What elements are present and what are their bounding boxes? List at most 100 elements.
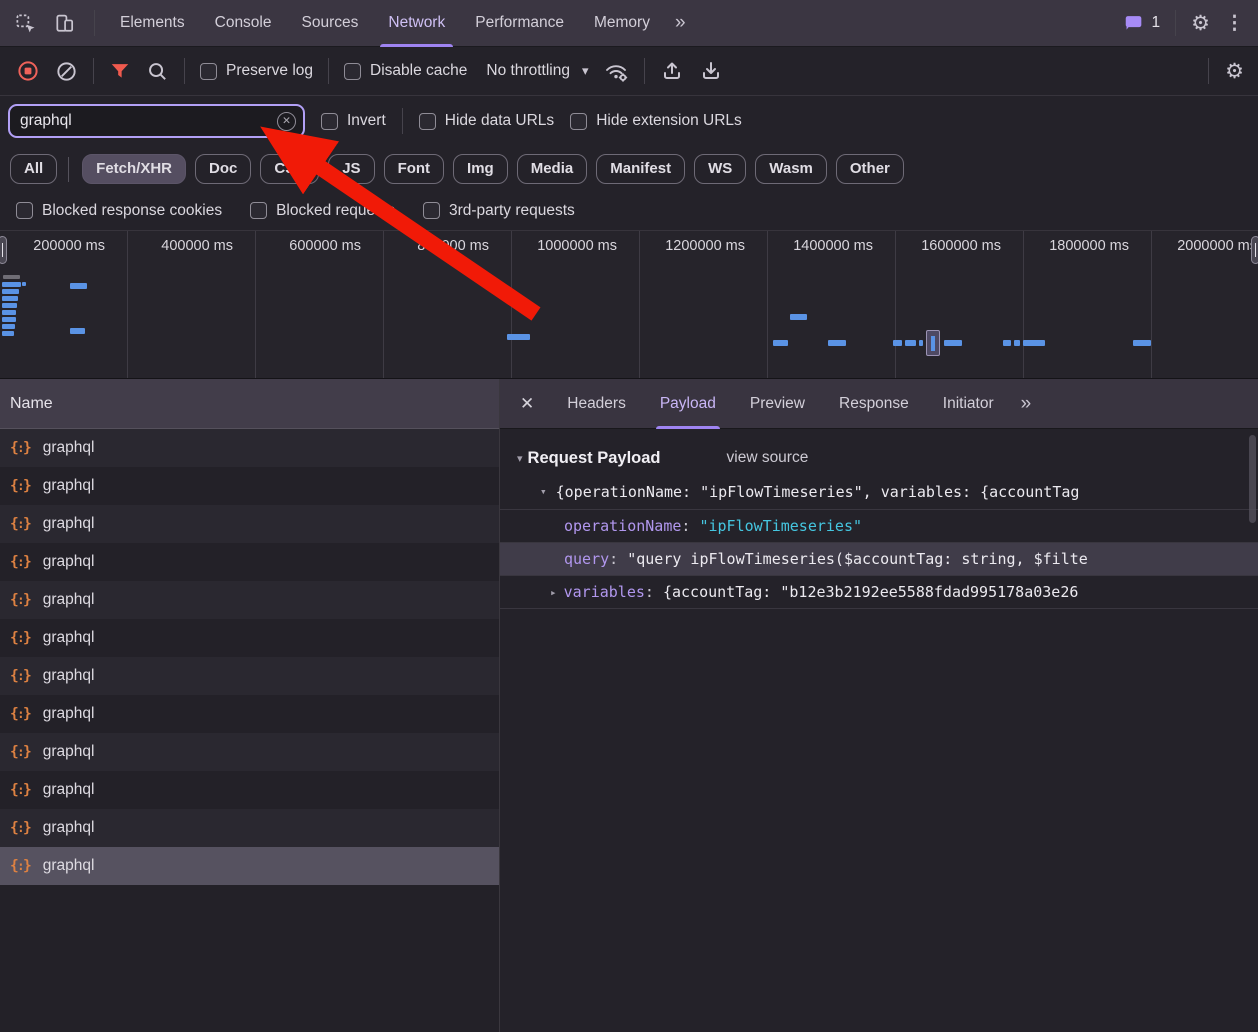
- waterfall-bar: [828, 340, 846, 346]
- filter-input[interactable]: [10, 112, 303, 130]
- divider: [1175, 10, 1176, 36]
- type-filter-chip[interactable]: All: [10, 154, 57, 184]
- type-filter-chip[interactable]: CSS: [260, 154, 319, 184]
- search-icon[interactable]: [146, 60, 169, 83]
- detail-tab[interactable]: Headers: [550, 379, 643, 429]
- panel-tab[interactable]: Performance: [460, 0, 579, 47]
- device-toolbar-icon[interactable]: [53, 12, 76, 35]
- detail-tabs: Headers Payload Preview Response: [550, 379, 1010, 429]
- type-filter-chip[interactable]: Media: [517, 154, 588, 184]
- hide-extension-urls-checkbox[interactable]: [570, 113, 587, 130]
- type-filter-chip[interactable]: JS: [328, 154, 374, 184]
- clear-filter-icon[interactable]: ✕: [277, 112, 296, 131]
- detail-tab[interactable]: Initiator: [926, 379, 1011, 429]
- payload-key: operationName: [564, 517, 681, 535]
- request-row[interactable]: {:} graphql: [0, 657, 499, 695]
- more-panels-icon[interactable]: »: [665, 12, 694, 34]
- request-row[interactable]: {:} graphql: [0, 467, 499, 505]
- filter-bar: ✕ Invert Hide data URLs Hide extension U…: [0, 96, 1258, 146]
- panel-tab[interactable]: Network: [373, 0, 460, 47]
- export-har-icon[interactable]: [699, 59, 723, 83]
- request-row[interactable]: {:} graphql: [0, 543, 499, 581]
- timeline-tick-label: 1000000 ms: [512, 231, 640, 378]
- request-row[interactable]: {:} graphql: [0, 847, 499, 885]
- waterfall-bar: [2, 310, 16, 315]
- inspect-element-icon[interactable]: [14, 12, 37, 35]
- request-row[interactable]: {:} graphql: [0, 581, 499, 619]
- close-details-icon[interactable]: ✕: [516, 394, 550, 414]
- waterfall-bar: [507, 334, 530, 340]
- type-filter-chip[interactable]: Doc: [195, 154, 251, 184]
- type-filter-chip[interactable]: Font: [384, 154, 444, 184]
- waterfall-bar: [2, 289, 19, 294]
- overview-right-handle[interactable]: [1251, 236, 1258, 264]
- timeline-tick-label: 2000000 ms: [1152, 231, 1258, 378]
- request-name: graphql: [43, 553, 95, 571]
- collapse-triangle-icon[interactable]: ▾: [540, 485, 547, 498]
- panel-tab[interactable]: Elements: [105, 0, 200, 47]
- devtools-tab-bar: Elements Console Sources Network Perform…: [0, 0, 1258, 47]
- settings-gear-icon[interactable]: ⚙: [1191, 11, 1210, 36]
- payload-row-query[interactable]: query: "query ipFlowTimeseries($accountT…: [500, 542, 1258, 575]
- type-filter-chip[interactable]: Fetch/XHR: [82, 154, 186, 184]
- timeline-tick-label: 400000 ms: [128, 231, 256, 378]
- timeline-tick-label: 600000 ms: [256, 231, 384, 378]
- preserve-log-label: Preserve log: [226, 62, 313, 80]
- request-row[interactable]: {:} graphql: [0, 619, 499, 657]
- disable-cache-checkbox[interactable]: [344, 63, 361, 80]
- request-row[interactable]: {:} graphql: [0, 505, 499, 543]
- request-row[interactable]: {:} graphql: [0, 771, 499, 809]
- detail-tab[interactable]: Preview: [733, 379, 822, 429]
- waterfall-bar: [919, 340, 923, 346]
- menu-kebab-icon[interactable]: ⋮: [1225, 12, 1244, 35]
- import-har-icon[interactable]: [660, 59, 684, 83]
- request-row[interactable]: {:} graphql: [0, 733, 499, 771]
- json-icon: {:}: [10, 478, 32, 494]
- type-filter-chip[interactable]: WS: [694, 154, 746, 184]
- disable-cache-control: Disable cache: [344, 62, 467, 80]
- view-source-link[interactable]: view source: [727, 449, 809, 467]
- panel-tab[interactable]: Memory: [579, 0, 665, 47]
- blocked-filter-checkbox[interactable]: [16, 202, 33, 219]
- request-name: graphql: [43, 477, 95, 495]
- request-row[interactable]: {:} graphql: [0, 695, 499, 733]
- type-filter-chip[interactable]: Other: [836, 154, 904, 184]
- waterfall-bar: [790, 314, 807, 320]
- throttling-select[interactable]: No throttling ▾: [486, 62, 588, 80]
- request-row[interactable]: {:} graphql: [0, 809, 499, 847]
- network-overview-timeline[interactable]: 200000 ms 400000 ms 600000 ms 800000 ms …: [0, 231, 1258, 379]
- expand-triangle-icon[interactable]: ▸: [550, 586, 557, 599]
- overview-left-handle[interactable]: [0, 236, 7, 264]
- panel-tab[interactable]: Console: [200, 0, 287, 47]
- blocked-filter-checkbox[interactable]: [250, 202, 267, 219]
- payload-preview-row[interactable]: ▾ {operationName: "ipFlowTimeseries", va…: [500, 474, 1258, 509]
- waterfall-bar: [3, 275, 20, 279]
- invert-checkbox[interactable]: [321, 113, 338, 130]
- request-row[interactable]: {:} graphql: [0, 429, 499, 467]
- type-filter-chip[interactable]: Manifest: [596, 154, 685, 184]
- payload-row-operationname[interactable]: operationName: "ipFlowTimeseries": [500, 509, 1258, 542]
- divider: [402, 108, 403, 134]
- type-filter-chip[interactable]: Wasm: [755, 154, 827, 184]
- more-detail-tabs-icon[interactable]: »: [1011, 393, 1040, 415]
- scrollbar-thumb[interactable]: [1249, 435, 1256, 523]
- divider: [644, 58, 645, 84]
- issues-count: 1: [1152, 14, 1161, 32]
- payload-row-variables[interactable]: ▸ variables: {accountTag: "b12e3b2192ee5…: [500, 575, 1258, 608]
- detail-tab[interactable]: Response: [822, 379, 926, 429]
- filter-toggle-button[interactable]: [109, 60, 131, 82]
- waterfall-bar: [70, 283, 87, 289]
- name-column-header[interactable]: Name: [0, 379, 499, 429]
- network-settings-gear-icon[interactable]: ⚙: [1225, 59, 1244, 84]
- record-button[interactable]: [16, 59, 40, 83]
- panel-tab[interactable]: Sources: [287, 0, 374, 47]
- type-filter-chip[interactable]: Img: [453, 154, 508, 184]
- detail-tab[interactable]: Payload: [643, 379, 733, 429]
- issues-counter[interactable]: 1: [1123, 12, 1161, 34]
- network-conditions-icon[interactable]: [603, 59, 629, 83]
- blocked-filter-checkbox[interactable]: [423, 202, 440, 219]
- collapse-triangle-icon[interactable]: ▾: [517, 452, 523, 465]
- hide-data-urls-checkbox[interactable]: [419, 113, 436, 130]
- clear-network-log-button[interactable]: [55, 60, 78, 83]
- preserve-log-checkbox[interactable]: [200, 63, 217, 80]
